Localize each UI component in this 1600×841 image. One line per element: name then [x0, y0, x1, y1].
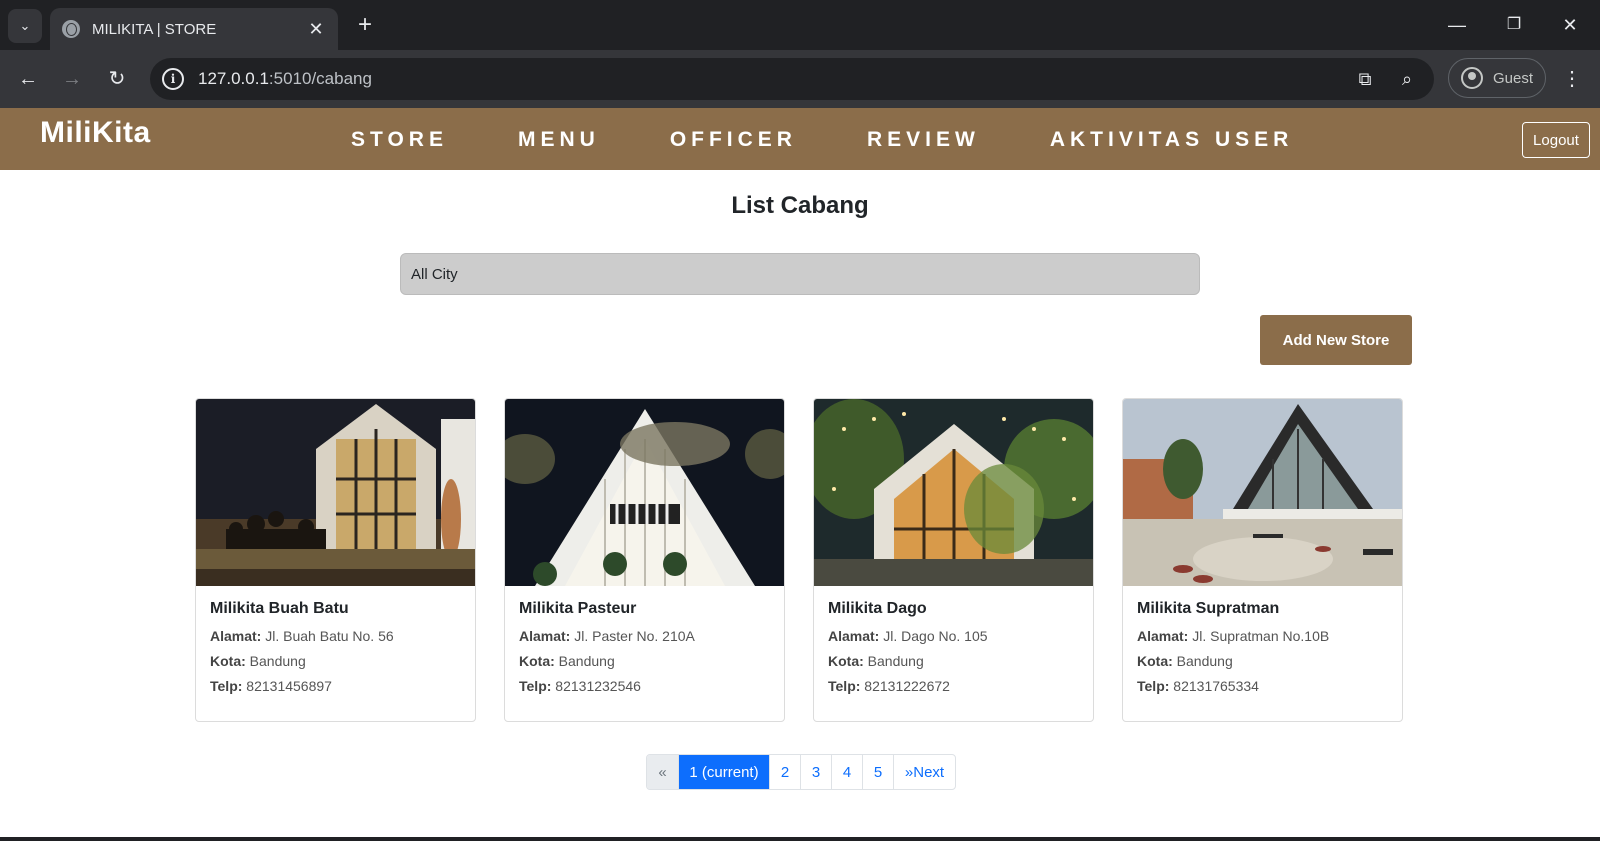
account-icon: [1461, 67, 1483, 89]
window-close-icon[interactable]: ✕: [1555, 10, 1585, 40]
profile-button[interactable]: Guest: [1448, 58, 1546, 98]
profile-label: Guest: [1493, 69, 1534, 87]
browser-tab[interactable]: MILIKITA | STORE ✕: [50, 8, 338, 50]
pagination-page-2[interactable]: 2: [769, 755, 800, 789]
store-address: Alamat: Jl. Buah Batu No. 56: [210, 628, 394, 644]
store-city: Kota: Bandung: [1137, 653, 1233, 669]
store-card-list: Milikita Buah Batu Alamat: Jl. Buah Batu…: [195, 398, 1403, 722]
city-filter-select[interactable]: All City: [400, 253, 1200, 295]
info-icon[interactable]: i: [162, 68, 184, 90]
brand-logo[interactable]: MiliKita: [40, 116, 151, 150]
store-address: Alamat: Jl. Paster No. 210A: [519, 628, 695, 644]
store-photo: [814, 399, 1093, 586]
chevron-down-icon[interactable]: ⌄: [8, 9, 42, 43]
store-address: Alamat: Jl. Supratman No.10B: [1137, 628, 1330, 644]
store-phone: Telp: 82131456897: [210, 678, 332, 694]
url-text[interactable]: 127.0.0.1:5010/cabang: [198, 69, 1350, 89]
reload-icon[interactable]: ↻: [102, 64, 132, 94]
nav-links: STORE MENU OFFICER REVIEW AKTIVITAS USER: [351, 128, 1363, 152]
pagination-prev[interactable]: «: [647, 755, 678, 789]
store-name: Milikita Dago: [828, 600, 927, 617]
pagination: « 1 (current) 2 3 4 5 »Next: [646, 754, 956, 790]
arrow-left-icon[interactable]: ←: [13, 64, 43, 94]
pagination-next[interactable]: »Next: [893, 755, 955, 789]
store-address: Alamat: Jl. Dago No. 105: [828, 628, 988, 644]
tab-title: MILIKITA | STORE: [92, 20, 217, 38]
arrow-right-icon[interactable]: →: [57, 64, 87, 94]
store-card[interactable]: Milikita Buah Batu Alamat: Jl. Buah Batu…: [195, 398, 476, 722]
store-name: Milikita Pasteur: [519, 600, 637, 617]
translate-icon[interactable]: ⧉: [1350, 69, 1380, 90]
store-city: Kota: Bandung: [210, 653, 306, 669]
add-new-store-button[interactable]: Add New Store: [1260, 315, 1412, 365]
minimize-icon[interactable]: —: [1442, 10, 1472, 40]
nav-link-store[interactable]: STORE: [351, 128, 448, 152]
store-city: Kota: Bandung: [519, 653, 615, 669]
zoom-icon[interactable]: ⌕: [1392, 69, 1422, 90]
store-name: Milikita Supratman: [1137, 600, 1280, 617]
pagination-page-5[interactable]: 5: [862, 755, 893, 789]
window-bottom-edge: [0, 837, 1600, 841]
plus-icon[interactable]: +: [352, 12, 378, 38]
browser-tab-bar: ⌄ MILIKITA | STORE ✕ + — ❐ ✕: [0, 0, 1600, 50]
store-photo: [1123, 399, 1402, 586]
store-card[interactable]: Milikita Supratman Alamat: Jl. Supratman…: [1122, 398, 1403, 722]
more-vert-icon[interactable]: ⋮: [1562, 64, 1582, 94]
store-city: Kota: Bandung: [828, 653, 924, 669]
address-bar[interactable]: i 127.0.0.1:5010/cabang ⧉ ⌕: [150, 58, 1434, 100]
site-navbar: MiliKita STORE MENU OFFICER REVIEW AKTIV…: [0, 108, 1600, 170]
store-name: Milikita Buah Batu: [210, 600, 349, 617]
restore-icon[interactable]: ❐: [1499, 10, 1529, 40]
store-card[interactable]: Milikita Pasteur Alamat: Jl. Paster No. …: [504, 398, 785, 722]
nav-link-officer[interactable]: OFFICER: [670, 128, 797, 152]
store-phone: Telp: 82131222672: [828, 678, 950, 694]
nav-link-aktivitas-user[interactable]: AKTIVITAS USER: [1050, 128, 1293, 152]
store-photo: [196, 399, 475, 586]
store-phone: Telp: 82131765334: [1137, 678, 1259, 694]
pagination-current[interactable]: 1 (current): [678, 755, 769, 789]
store-phone: Telp: 82131232546: [519, 678, 641, 694]
pagination-page-4[interactable]: 4: [831, 755, 862, 789]
nav-link-review[interactable]: REVIEW: [867, 128, 980, 152]
globe-icon: [62, 20, 80, 38]
browser-toolbar: ← → ↻ i 127.0.0.1:5010/cabang ⧉ ⌕ Guest …: [0, 50, 1600, 108]
close-icon[interactable]: ✕: [306, 19, 326, 40]
store-photo: [505, 399, 784, 586]
page: MiliKita STORE MENU OFFICER REVIEW AKTIV…: [0, 108, 1600, 837]
page-title: List Cabang: [731, 192, 869, 219]
pagination-page-3[interactable]: 3: [800, 755, 831, 789]
store-card[interactable]: Milikita Dago Alamat: Jl. Dago No. 105 K…: [813, 398, 1094, 722]
nav-link-menu[interactable]: MENU: [518, 128, 600, 152]
logout-button[interactable]: Logout: [1522, 122, 1590, 158]
